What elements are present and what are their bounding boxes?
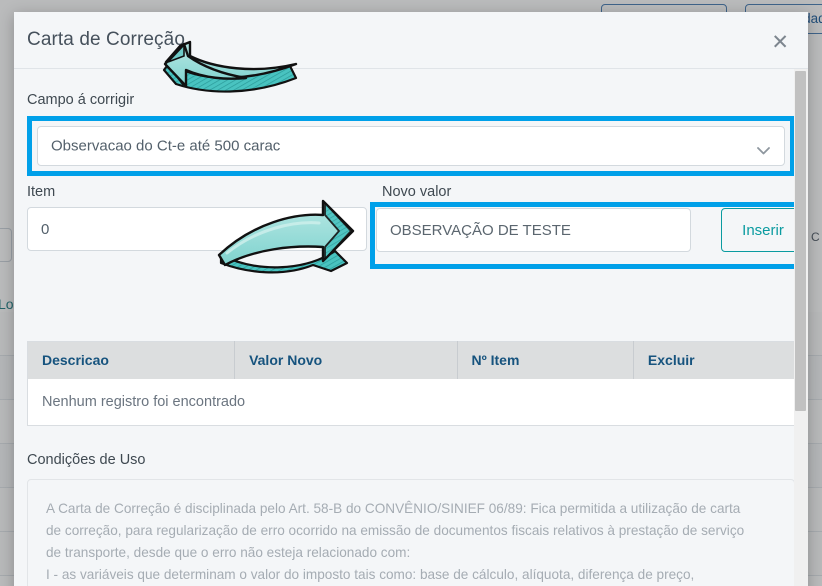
item-input[interactable] [27,207,367,251]
novo-valor-label: Novo valor [382,184,452,200]
dialog-scrollbar-thumb[interactable] [795,71,806,411]
carta-de-correcao-dialog: Carta de Correção ✕ Campo á corrigir Obs… [14,12,808,586]
condicoes-line: A Carta de Correção é disciplinada pelo … [46,501,741,516]
item-novo-valor-row: Item Novo valor Inserir [27,184,808,269]
campo-selected-value: Observacao do Ct-e até 500 carac [51,137,281,155]
campo-a-corrigir-select[interactable]: Observacao do Ct-e até 500 carac [37,126,785,166]
dialog-scrollbar[interactable] [794,69,808,586]
column-header-valor-novo[interactable]: Valor Novo [234,341,458,379]
campo-highlight-box: Observacao do Ct-e até 500 carac [27,116,795,176]
campo-a-corrigir-label: Campo á corrigir [27,92,135,108]
table-header-row: Descricao Valor Novo Nº Item Excluir [27,341,795,379]
chevron-down-icon[interactable] [757,142,770,155]
condicoes-line: de transporte, desde que o erro não este… [46,545,411,560]
table-empty-message: Nenhum registro foi encontrado [27,378,795,426]
table-row: Nenhum registro foi encontrado [27,378,795,426]
condicoes-line: I - as variáveis que determinam o valor … [46,567,695,582]
close-icon[interactable]: ✕ [765,28,795,57]
column-header-descricao[interactable]: Descricao [27,341,236,379]
condicoes-de-uso-label: Condições de Uso [27,452,146,468]
item-label: Item [27,184,56,200]
column-header-n-item[interactable]: Nº Item [457,341,634,379]
novo-valor-input[interactable] [376,208,691,252]
condicoes-line: de correção, para regularização de erro … [46,523,745,538]
registros-table: Descricao Valor Novo Nº Item Excluir Nen… [27,341,795,426]
condicoes-de-uso-text: A Carta de Correção é disciplinada pelo … [27,479,795,586]
dialog-header: Carta de Correção ✕ [14,12,808,69]
inserir-button[interactable]: Inserir [721,208,805,252]
column-header-excluir[interactable]: Excluir [633,341,795,379]
screenshot-root: Portal Softwa Novidades 0 ans Lo C Carta… [0,0,822,586]
dialog-title: Carta de Correção [27,29,185,50]
dialog-body: Campo á corrigir Observacao do Ct-e até … [14,69,808,586]
